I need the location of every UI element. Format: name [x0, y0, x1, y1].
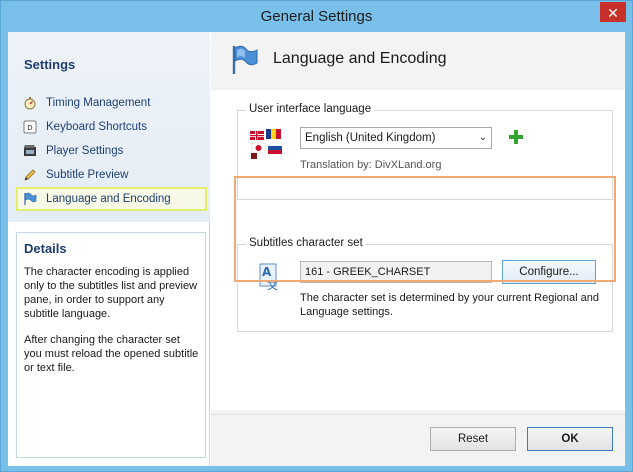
charset-field[interactable]: 161 - GREEK_CHARSET	[300, 261, 492, 283]
keyboard-key-icon: D	[22, 119, 38, 135]
add-language-icon[interactable]	[508, 129, 524, 148]
flag-icon	[229, 44, 259, 79]
translate-icon: A文	[258, 263, 280, 296]
sidebar-item-label: Player Settings	[46, 145, 124, 157]
reset-button[interactable]: Reset	[430, 427, 516, 451]
sidebar-item-label: Language and Encoding	[46, 193, 171, 205]
sidebar-item-subtitle-preview[interactable]: Subtitle Preview	[18, 165, 203, 185]
pencil-icon	[22, 167, 38, 183]
svg-text:A: A	[262, 265, 272, 279]
svg-text:D: D	[27, 124, 32, 132]
ok-button[interactable]: OK	[527, 427, 613, 451]
left-pane: Settings Timing Management D Keyboard Sh…	[8, 32, 210, 466]
settings-nav: Settings Timing Management D Keyboard Sh…	[8, 32, 210, 222]
sidebar-item-keyboard-shortcuts[interactable]: D Keyboard Shortcuts	[18, 117, 203, 137]
ui-language-value: English (United Kingdom)	[305, 132, 436, 144]
settings-content: User interface language English (United …	[211, 90, 625, 410]
dialog-body: Settings Timing Management D Keyboard Sh…	[8, 32, 625, 466]
sidebar-item-timing-management[interactable]: Timing Management	[18, 93, 203, 113]
title-bar[interactable]: General Settings ✕	[1, 1, 632, 32]
window-title: General Settings	[260, 8, 373, 25]
page-title: Language and Encoding	[273, 50, 447, 67]
page-header: Language and Encoding	[211, 32, 625, 90]
group-label: User interface language	[246, 103, 375, 115]
sidebar-item-label: Keyboard Shortcuts	[46, 121, 148, 133]
stopwatch-icon	[22, 95, 38, 111]
details-text: The character encoding is applied only t…	[24, 265, 200, 387]
charset-group: Subtitles character set A文 161 - GREEK_C…	[237, 237, 613, 332]
sidebar-item-player-settings[interactable]: Player Settings	[18, 141, 203, 161]
sidebar-item-language-and-encoding[interactable]: Language and Encoding	[16, 187, 207, 211]
charset-note: The character set is determined by your …	[300, 292, 599, 318]
sidebar-item-label: Subtitle Preview	[46, 169, 129, 181]
language-flags-icon	[250, 129, 284, 162]
details-panel: Details The character encoding is applie…	[16, 232, 206, 458]
film-player-icon	[22, 143, 38, 159]
svg-text:文: 文	[267, 278, 278, 292]
details-paragraph: The character encoding is applied only t…	[24, 266, 198, 320]
ui-language-select[interactable]: English (United Kingdom) ⌄	[300, 127, 492, 149]
ui-language-group: User interface language English (United …	[237, 103, 613, 200]
close-button[interactable]: ✕	[600, 2, 626, 22]
charset-value: 161 - GREEK_CHARSET	[305, 266, 431, 278]
settings-window: General Settings ✕ Settings Timing Manag…	[0, 0, 633, 472]
translation-credit: Translation by: DivXLand.org	[300, 159, 442, 171]
chevron-down-icon: ⌄	[478, 132, 487, 143]
sidebar-item-label: Timing Management	[46, 97, 151, 109]
dialog-footer: Reset OK	[211, 414, 625, 466]
details-paragraph: After changing the character set you mus…	[24, 334, 199, 374]
flag-icon	[22, 191, 38, 207]
details-title: Details	[24, 241, 67, 256]
group-label: Subtitles character set	[246, 237, 366, 249]
settings-heading: Settings	[24, 57, 76, 72]
close-icon: ✕	[607, 5, 619, 21]
configure-button[interactable]: Configure...	[502, 260, 596, 284]
right-pane: Language and Encoding User interface lan…	[211, 32, 625, 466]
